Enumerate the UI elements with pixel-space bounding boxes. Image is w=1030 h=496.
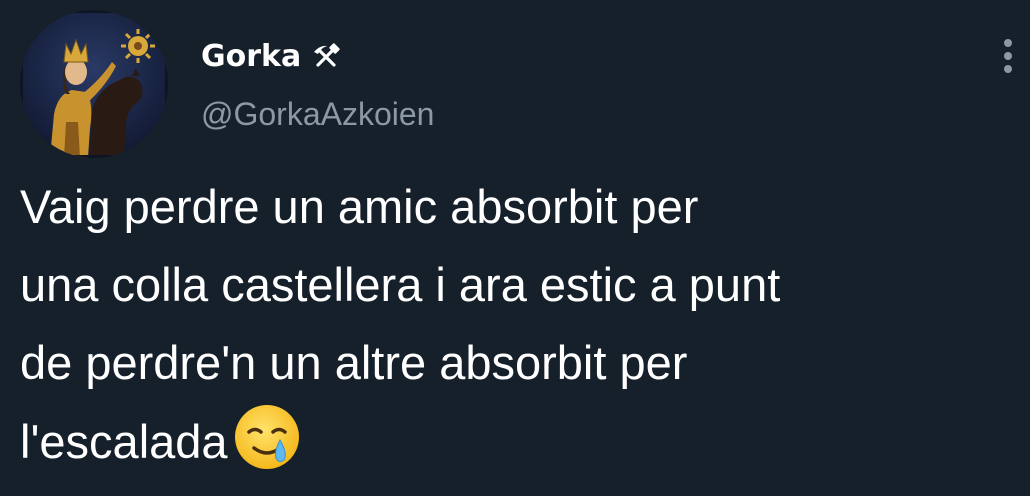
tweet-text-line: de perdre'n un altre absorbit per xyxy=(20,336,688,389)
more-vertical-icon xyxy=(1004,39,1012,73)
tweet-text-line: l'escalada xyxy=(20,415,228,468)
tweet-text-line: una colla castellera i ara estic a punt xyxy=(20,258,781,311)
avatar[interactable] xyxy=(20,10,168,158)
author-handle[interactable]: @GorkaAzkoien xyxy=(201,92,434,136)
more-options-button[interactable] xyxy=(996,34,1020,78)
tweet-text-last-line: l'escalada xyxy=(20,402,1020,481)
tweet-card: Gorka @GorkaAzkoien Vaig perdre un amic … xyxy=(0,0,1030,496)
hammer-and-pick-icon xyxy=(311,42,341,72)
avatar-image xyxy=(20,10,168,158)
smiling-face-with-tear-icon xyxy=(234,405,299,469)
display-name[interactable]: Gorka xyxy=(201,36,301,78)
author-name-row[interactable]: Gorka xyxy=(201,36,341,78)
tweet-text: Vaig perdre un amic absorbit per una col… xyxy=(20,168,1020,481)
tweet-text-line: Vaig perdre un amic absorbit per xyxy=(20,180,699,233)
